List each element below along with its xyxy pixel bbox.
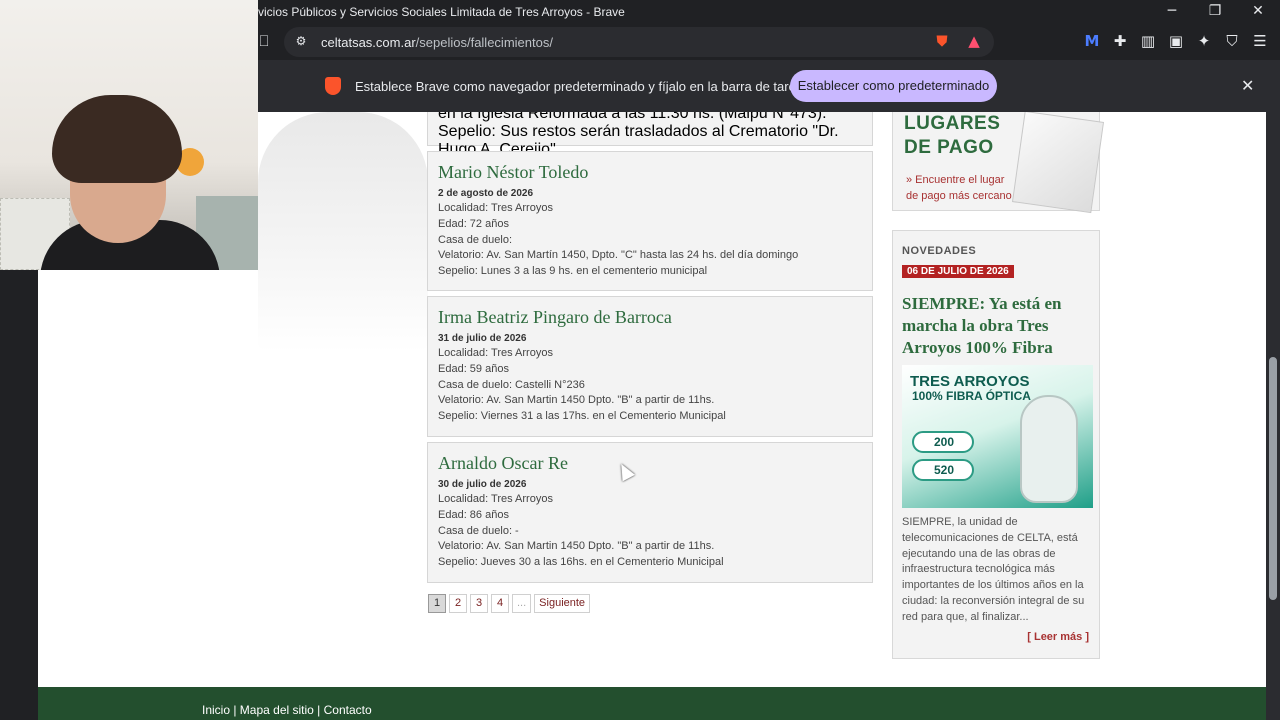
close-window-button[interactable]: ✕ — [1236, 0, 1280, 24]
pago-link-line-2: de pago más cercano — [906, 190, 1012, 202]
obituary-date: 2 de agosto de 2026 — [438, 188, 534, 199]
leo-ai-icon[interactable]: ✦ — [1194, 32, 1214, 52]
pagination: 1 2 3 4... Siguiente — [428, 593, 593, 613]
page-4-link[interactable]: 4 — [491, 594, 509, 613]
lugares-de-pago-box[interactable]: LUGARES DE PAGO » Encuentre el lugar de pa… — [892, 112, 1105, 214]
obituary-sepelio: Sepelio: Jueves 30 a las 16hs. en el Cem… — [438, 556, 724, 569]
window-title: vicios Públicos y Servicios Sociales Lim… — [258, 5, 625, 19]
decorative-silhouette — [258, 112, 428, 352]
obituary-date: 30 de julio de 2026 — [438, 479, 527, 490]
footer-links[interactable]: Inicio | Mapa del sitio | Contacto — [202, 703, 372, 717]
obituary-date: 31 de julio de 2026 — [438, 333, 527, 344]
scrollbar-thumb[interactable] — [1269, 357, 1277, 600]
menu-icon[interactable]: ☰ — [1250, 32, 1270, 52]
partial-card-line: en la Iglesia Reformada a las 11.30 hs. … — [438, 112, 827, 122]
obituary-localidad: Localidad: Tres Arroyos — [438, 493, 553, 505]
url-field[interactable]: ⚙ celtatsas.com.ar/sepelios/fallecimient… — [284, 27, 994, 57]
obituary-casa: Casa de duelo: Castelli N°236 — [438, 378, 585, 391]
maximize-button[interactable]: ❐ — [1193, 0, 1237, 24]
vpn-icon[interactable]: ⛉ — [1222, 32, 1242, 52]
obituary-card: Irma Beatriz Pingaro de Barroca 31 de ju… — [427, 296, 873, 437]
site-footer: Inicio | Mapa del sitio | Contacto — [38, 687, 1266, 720]
obituary-sepelio: Sepelio: Lunes 3 a las 9 hs. en el cemen… — [438, 265, 708, 278]
banner-stat-count: 520 — [912, 459, 974, 481]
pago-link[interactable]: » Encuentre el lugar de pago más cercano — [906, 172, 1012, 204]
next-page-link[interactable]: Siguiente — [534, 594, 591, 613]
infobar-message: Establece Brave como navegador predeterm… — [355, 79, 810, 94]
obituary-velatorio: Velatorio: Av. San Martin 1450 Dpto. "B"… — [438, 540, 715, 553]
read-more-link[interactable]: [ Leer más ] — [1027, 631, 1089, 643]
extensions-icon[interactable]: ✚ — [1110, 32, 1130, 52]
novedades-label: NOVEDADES — [902, 245, 977, 257]
url-domain: celtatsas.com.ar — [321, 35, 416, 50]
obituary-card: Mario Néstor Toledo 2 de agosto de 2026 … — [427, 151, 873, 291]
obituary-velatorio: Velatorio: Av. San Martin 1450 Dpto. "B"… — [438, 394, 715, 407]
obituary-velatorio: Velatorio: Av. San Martín 1450, Dpto. "C… — [438, 249, 799, 262]
partial-obituary-card: en la Iglesia Reformada a las 11.30 hs. … — [427, 112, 873, 158]
obituary-localidad: Localidad: Tres Arroyos — [438, 202, 553, 214]
mascot-illustration — [1020, 395, 1078, 503]
brave-logo-icon — [325, 77, 341, 95]
set-default-button[interactable]: Establecer como predeterminado — [790, 70, 997, 102]
pago-title-line-2: DE PAGO — [904, 137, 994, 158]
url-path: /sepelios/fallecimientos/ — [415, 35, 553, 50]
obituary-name[interactable]: Irma Beatriz Pingaro de Barroca — [438, 306, 862, 328]
novedades-date-badge: 06 DE JULIO DE 2026 — [902, 265, 1014, 278]
obituary-name[interactable]: Mario Néstor Toledo — [438, 161, 862, 183]
banner-title: TRES ARROYOS — [910, 373, 1030, 390]
novedades-body: SIEMPRE, la unidad de telecomunicaciones… — [902, 516, 1085, 623]
url-text[interactable]: celtatsas.com.ar/sepelios/fallecimientos… — [321, 35, 553, 50]
obituary-casa: Casa de duelo: — [438, 233, 512, 246]
obituary-edad: Edad: 86 años — [438, 508, 509, 521]
minimize-button[interactable]: ─ — [1150, 0, 1194, 24]
sidebar-toggle-icon[interactable]: ▥ — [1138, 32, 1158, 52]
page-2-link[interactable]: 2 — [449, 594, 467, 613]
page-1-current[interactable]: 1 — [428, 594, 446, 613]
obituary-sepelio: Sepelio: Viernes 31 a las 17hs. en el Ce… — [438, 410, 726, 423]
wallet-icon[interactable]: ▣ — [1166, 32, 1186, 52]
brave-shields-icon[interactable]: ⛊ — [932, 32, 952, 52]
infobar-close-icon[interactable]: ✕ — [1241, 76, 1254, 95]
obituary-name[interactable]: Arnaldo Oscar Re — [438, 452, 862, 474]
fibra-optica-banner[interactable]: TRES ARROYOS 100% FIBRA ÓPTICA 200 520 — [902, 365, 1093, 508]
pago-link-line-1: » Encuentre el lugar — [906, 174, 1005, 186]
obituary-card: Arnaldo Oscar Re 30 de julio de 2026 Loc… — [427, 442, 873, 583]
page-ellipsis: ... — [512, 594, 532, 613]
obituary-casa: Casa de duelo: - — [438, 524, 519, 537]
novedades-box: NOVEDADES 06 DE JULIO DE 2026 SIEMPRE: Y… — [892, 230, 1100, 659]
obituary-edad: Edad: 72 años — [438, 217, 509, 230]
novedades-headline[interactable]: SIEMPRE: Ya está en marcha la obra Tres … — [902, 293, 1094, 359]
banner-subtitle: 100% FIBRA ÓPTICA — [912, 389, 1031, 403]
pago-title: LUGARES DE PAGO — [904, 112, 1000, 160]
obituary-edad: Edad: 59 años — [438, 362, 509, 375]
webcam-overlay — [0, 0, 258, 270]
pago-title-line-1: LUGARES — [904, 113, 1001, 134]
default-browser-infobar: Establece Brave como navegador predeterm… — [258, 60, 1280, 112]
webcam-person-hair — [52, 95, 182, 183]
obituary-localidad: Localidad: Tres Arroyos — [438, 347, 553, 359]
banner-stat-km: 200 — [912, 431, 974, 453]
meta-extension-icon[interactable]: M — [1082, 32, 1102, 52]
site-settings-icon[interactable]: ⚙ — [291, 32, 311, 52]
invoice-illustration — [1011, 112, 1105, 214]
brave-rewards-icon[interactable]: ▲ — [964, 32, 984, 52]
page-3-link[interactable]: 3 — [470, 594, 488, 613]
